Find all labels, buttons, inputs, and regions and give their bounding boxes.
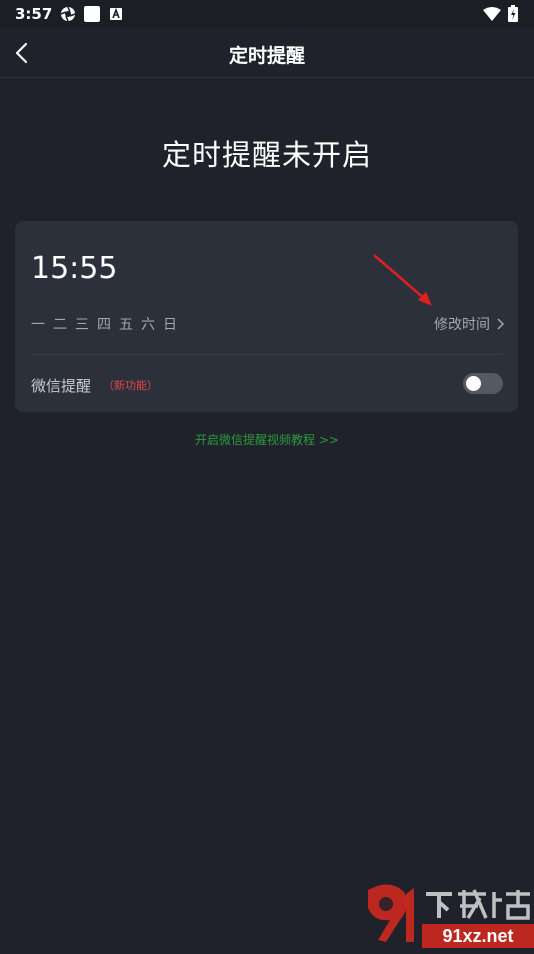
weekday: 六 bbox=[141, 317, 155, 333]
toggle-knob bbox=[466, 376, 481, 391]
weekday: 二 bbox=[53, 317, 67, 333]
status-bar: 3:57 bbox=[0, 0, 534, 28]
weekday: 一 bbox=[31, 317, 45, 333]
annotation-arrow-icon bbox=[373, 254, 432, 306]
chevron-right-icon bbox=[497, 318, 504, 330]
wifi-icon bbox=[483, 7, 501, 21]
app-a-icon bbox=[110, 8, 122, 20]
wechat-reminder-label: 微信提醒 bbox=[31, 377, 92, 395]
weekday: 三 bbox=[75, 317, 89, 333]
status-time: 3:57 bbox=[15, 5, 53, 23]
video-tutorial-link[interactable]: 开启微信提醒视频教程 >> bbox=[0, 431, 534, 448]
reminder-time: 15:55 bbox=[31, 251, 118, 286]
modify-time-label: 修改时间 bbox=[434, 317, 490, 333]
nav-bar: 定时提醒 bbox=[0, 28, 534, 78]
watermark: 91xz.net bbox=[360, 880, 534, 950]
page-title: 定时提醒 bbox=[228, 45, 305, 67]
new-feature-badge: （新功能） bbox=[103, 379, 158, 392]
notification-square-icon bbox=[84, 6, 100, 22]
weekday-list: 一二三四五六日 bbox=[31, 314, 185, 334]
divider bbox=[31, 354, 502, 355]
weekday: 四 bbox=[97, 317, 111, 333]
modify-time-button[interactable]: 修改时间 bbox=[434, 314, 504, 334]
reminder-status-heading: 定时提醒未开启 bbox=[161, 138, 372, 172]
battery-icon bbox=[508, 5, 518, 22]
reminder-card: 15:55 一二三四五六日 修改时间 微信提醒 （新功能） bbox=[15, 221, 518, 412]
svg-text:91xz.net: 91xz.net bbox=[442, 926, 513, 946]
weekday: 日 bbox=[163, 317, 177, 333]
aperture-icon bbox=[60, 6, 76, 22]
wechat-reminder-toggle[interactable] bbox=[463, 373, 503, 394]
watermark-logo-icon: 91xz.net bbox=[368, 884, 534, 948]
weekday: 五 bbox=[119, 317, 133, 333]
